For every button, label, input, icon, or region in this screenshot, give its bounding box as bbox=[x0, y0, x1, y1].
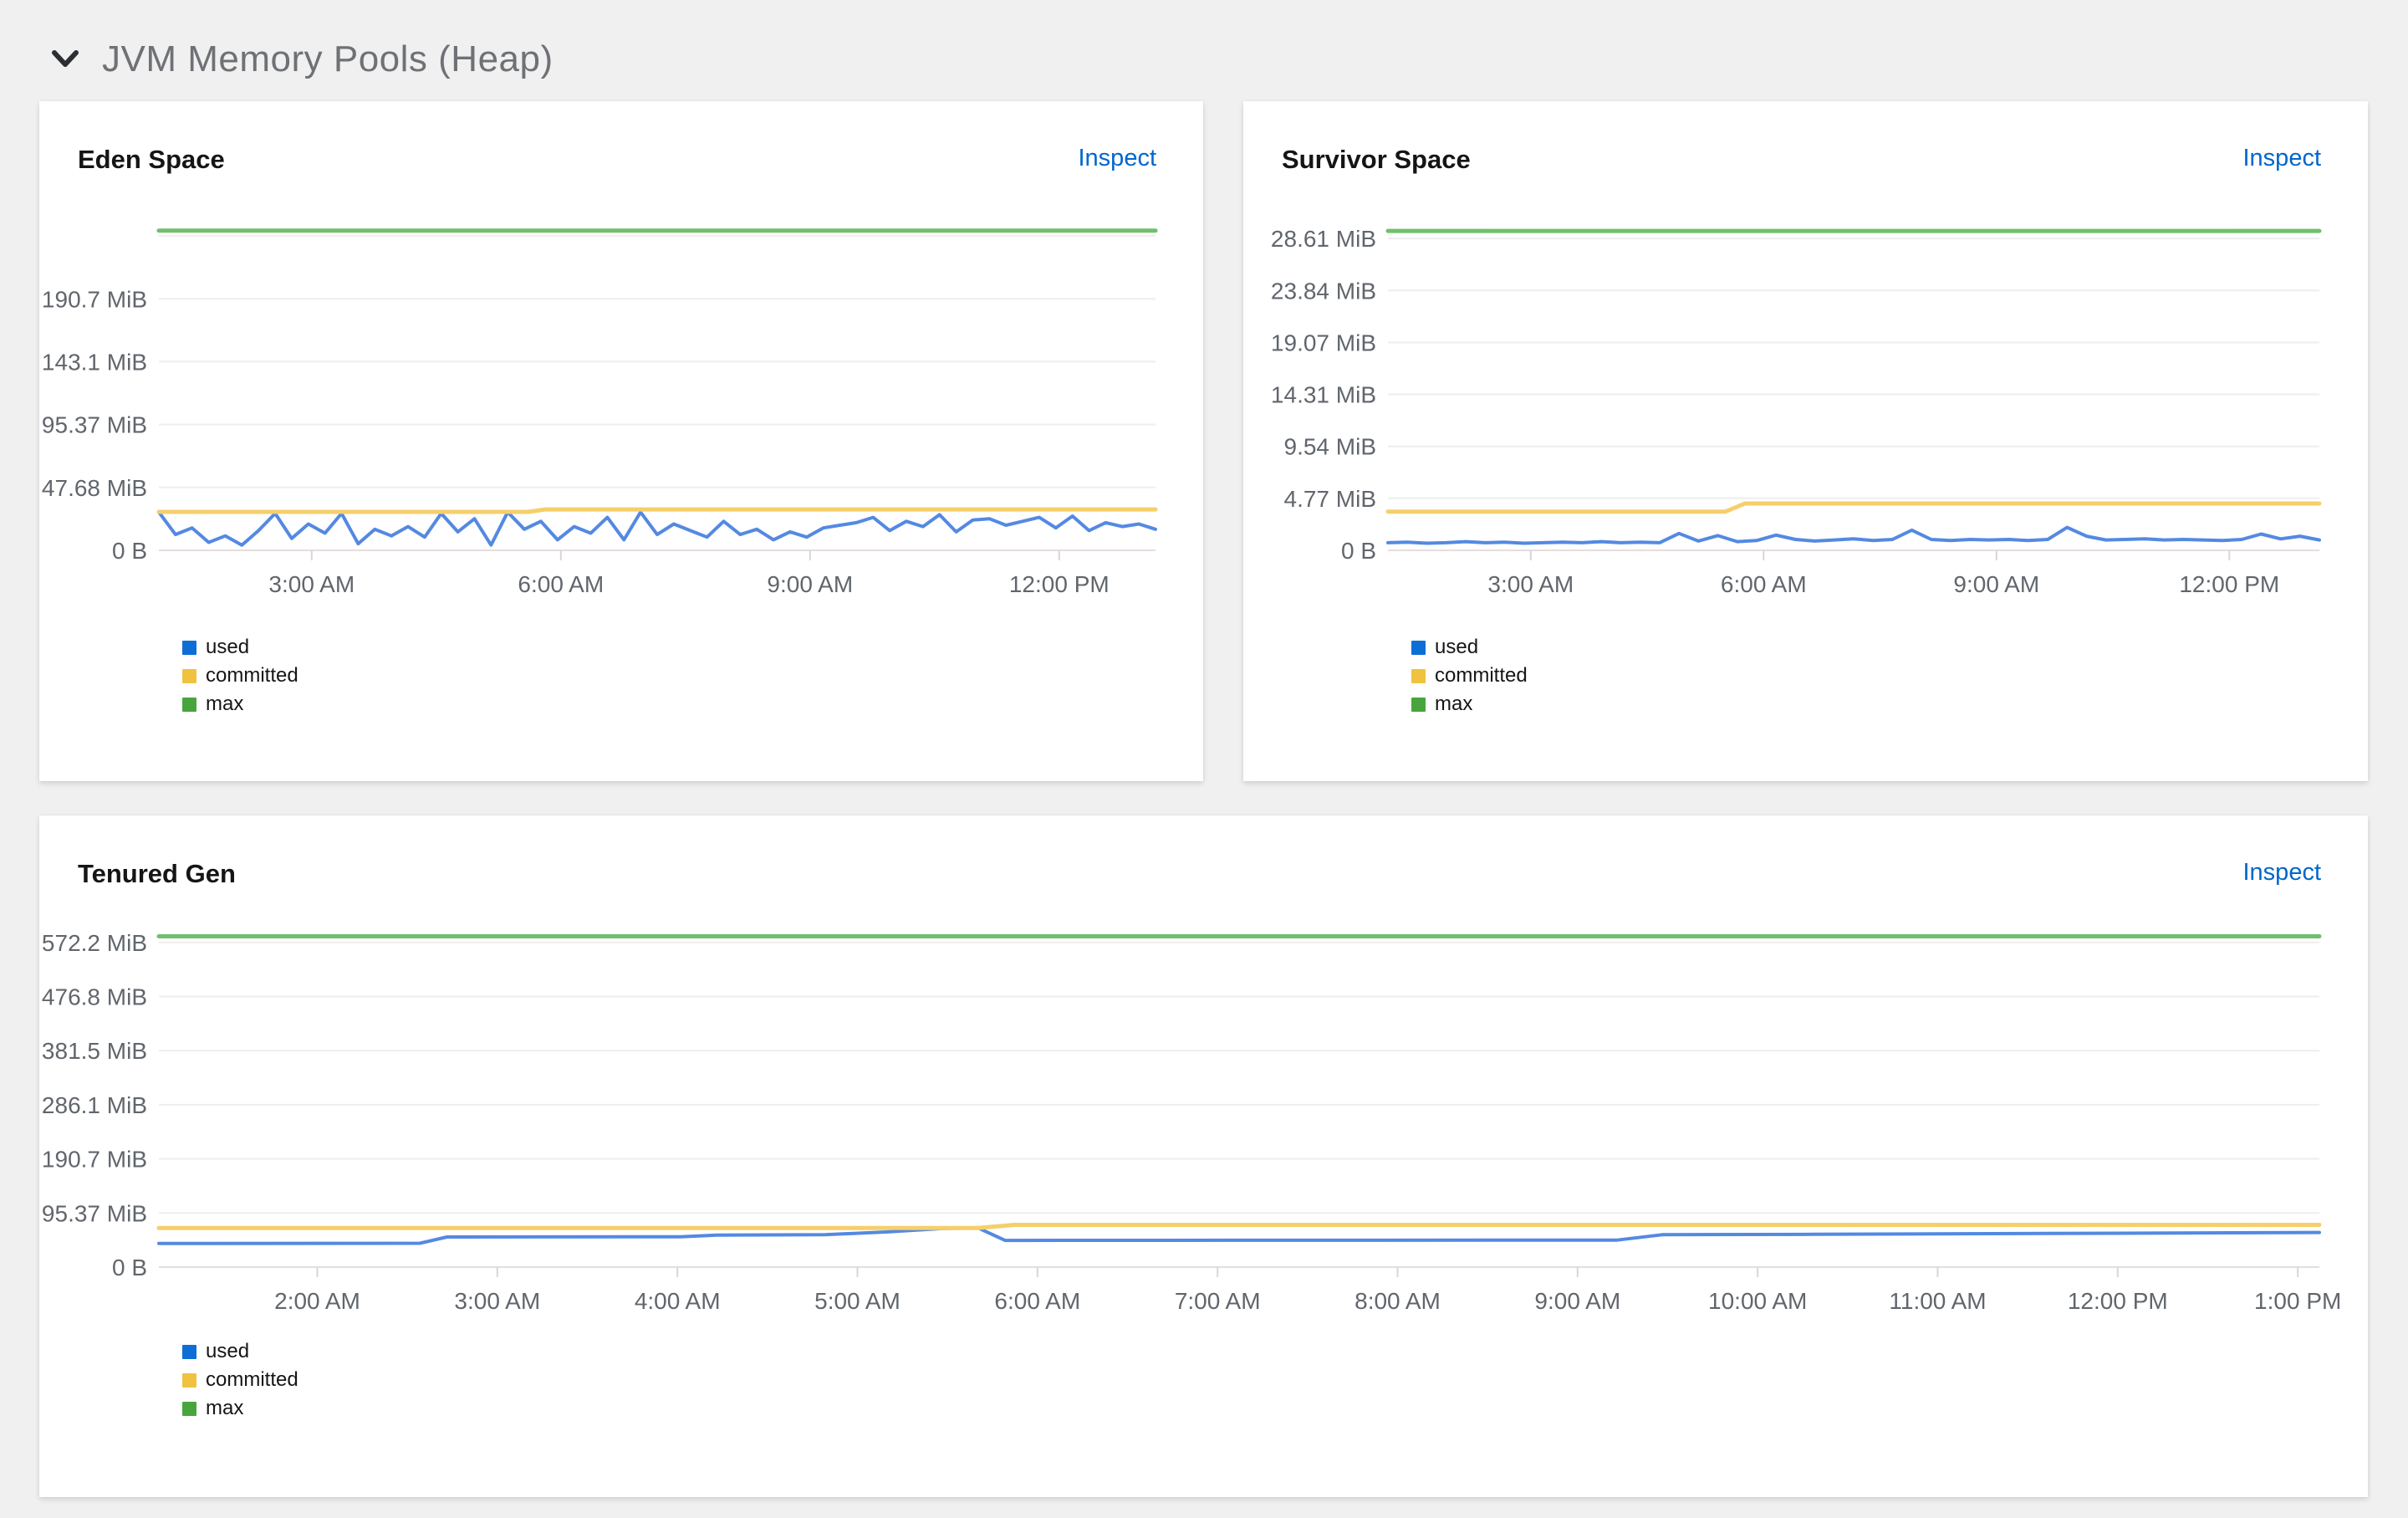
legend-swatch-committed bbox=[182, 1372, 196, 1388]
svg-text:572.2 MiB: 572.2 MiB bbox=[42, 930, 147, 956]
legend-item-used[interactable]: used bbox=[182, 1337, 298, 1366]
svg-text:3:00 AM: 3:00 AM bbox=[1487, 571, 1574, 597]
svg-text:6:00 AM: 6:00 AM bbox=[518, 571, 604, 597]
chevron-down-icon[interactable] bbox=[50, 49, 80, 69]
panel-header: Survivor Space Inspect bbox=[1282, 145, 2321, 175]
eden-space-legend: used committed max bbox=[182, 633, 298, 718]
svg-text:4.77 MiB: 4.77 MiB bbox=[1284, 486, 1377, 512]
legend-item-used[interactable]: used bbox=[1411, 633, 1528, 662]
svg-text:8:00 AM: 8:00 AM bbox=[1354, 1288, 1441, 1314]
legend-label-committed: committed bbox=[1435, 664, 1528, 687]
legend-swatch-used bbox=[1411, 640, 1426, 655]
legend-swatch-max bbox=[182, 1401, 196, 1416]
legend-item-max[interactable]: max bbox=[1411, 690, 1528, 718]
section-toggle[interactable]: JVM Memory Pools (Heap) bbox=[50, 38, 554, 80]
legend-label-max: max bbox=[1435, 693, 1473, 715]
svg-text:10:00 AM: 10:00 AM bbox=[1708, 1288, 1807, 1314]
tenured-gen-legend: used committed max bbox=[182, 1337, 298, 1423]
svg-text:4:00 AM: 4:00 AM bbox=[635, 1288, 721, 1314]
inspect-link[interactable]: Inspect bbox=[2243, 145, 2322, 172]
svg-text:14.31 MiB: 14.31 MiB bbox=[1271, 382, 1376, 408]
svg-text:381.5 MiB: 381.5 MiB bbox=[42, 1038, 147, 1064]
legend-swatch-committed bbox=[1411, 668, 1426, 683]
inspect-link[interactable]: Inspect bbox=[2243, 859, 2322, 887]
svg-text:0 B: 0 B bbox=[112, 1255, 147, 1280]
legend-item-max[interactable]: max bbox=[182, 1394, 298, 1423]
svg-text:28.61 MiB: 28.61 MiB bbox=[1271, 226, 1376, 252]
svg-text:11:00 AM: 11:00 AM bbox=[1889, 1288, 1986, 1314]
svg-text:143.1 MiB: 143.1 MiB bbox=[42, 349, 147, 375]
tenured-gen-chart[interactable]: 0 B 95.37 MiB 190.7 MiB 286.1 MiB 381.5 MiB 4… bbox=[39, 815, 2368, 1497]
svg-text:190.7 MiB: 190.7 MiB bbox=[42, 286, 147, 312]
svg-text:5:00 AM: 5:00 AM bbox=[814, 1288, 900, 1314]
svg-text:3:00 AM: 3:00 AM bbox=[268, 571, 355, 597]
legend-swatch-used bbox=[182, 1344, 196, 1359]
legend-swatch-used bbox=[182, 640, 196, 655]
svg-text:9:00 AM: 9:00 AM bbox=[1534, 1288, 1620, 1314]
legend-label-used: used bbox=[1435, 636, 1479, 658]
svg-text:95.37 MiB: 95.37 MiB bbox=[42, 412, 147, 438]
svg-text:1:00 PM: 1:00 PM bbox=[2254, 1288, 2341, 1314]
legend-label-committed: committed bbox=[206, 1368, 298, 1391]
legend-item-used[interactable]: used bbox=[182, 633, 298, 662]
svg-text:12:00 PM: 12:00 PM bbox=[1009, 571, 1110, 597]
svg-text:3:00 AM: 3:00 AM bbox=[454, 1288, 540, 1314]
svg-text:6:00 AM: 6:00 AM bbox=[1721, 571, 1807, 597]
svg-text:47.68 MiB: 47.68 MiB bbox=[42, 475, 147, 501]
panel-eden-space: Eden Space Inspect 0 B 47.68 MiB 95.37 MiB… bbox=[39, 101, 1203, 781]
legend-label-used: used bbox=[206, 1340, 250, 1362]
svg-text:6:00 AM: 6:00 AM bbox=[994, 1288, 1080, 1314]
legend-item-committed[interactable]: committed bbox=[182, 662, 298, 690]
legend-item-committed[interactable]: committed bbox=[182, 1366, 298, 1394]
svg-text:9.54 MiB: 9.54 MiB bbox=[1284, 434, 1377, 460]
svg-text:476.8 MiB: 476.8 MiB bbox=[42, 984, 147, 1010]
legend-swatch-max bbox=[182, 697, 196, 712]
inspect-link[interactable]: Inspect bbox=[1079, 145, 1157, 172]
panel-title: Tenured Gen bbox=[78, 859, 236, 888]
section-title: JVM Memory Pools (Heap) bbox=[102, 38, 554, 79]
survivor-space-legend: used committed max bbox=[1411, 633, 1528, 718]
legend-swatch-max bbox=[1411, 697, 1426, 712]
legend-item-committed[interactable]: committed bbox=[1411, 662, 1528, 690]
svg-text:9:00 AM: 9:00 AM bbox=[767, 571, 853, 597]
svg-text:0 B: 0 B bbox=[112, 538, 147, 564]
legend-swatch-committed bbox=[182, 668, 196, 683]
svg-text:7:00 AM: 7:00 AM bbox=[1175, 1288, 1261, 1314]
legend-label-max: max bbox=[206, 693, 244, 715]
svg-text:0 B: 0 B bbox=[1341, 538, 1376, 564]
svg-text:190.7 MiB: 190.7 MiB bbox=[42, 1147, 147, 1173]
legend-label-committed: committed bbox=[206, 664, 298, 687]
svg-text:286.1 MiB: 286.1 MiB bbox=[42, 1092, 147, 1118]
svg-text:12:00 PM: 12:00 PM bbox=[2068, 1288, 2168, 1314]
panel-title: Eden Space bbox=[78, 145, 225, 174]
svg-text:95.37 MiB: 95.37 MiB bbox=[42, 1200, 147, 1226]
svg-text:19.07 MiB: 19.07 MiB bbox=[1271, 330, 1376, 356]
panel-title: Survivor Space bbox=[1282, 145, 1471, 174]
legend-label-used: used bbox=[206, 636, 250, 658]
legend-item-max[interactable]: max bbox=[182, 690, 298, 718]
svg-text:12:00 PM: 12:00 PM bbox=[2179, 571, 2279, 597]
panel-header: Eden Space Inspect bbox=[78, 145, 1156, 175]
panel-survivor-space: Survivor Space Inspect 0 B 4.77 MiB 9.54 M… bbox=[1243, 101, 2368, 781]
svg-text:23.84 MiB: 23.84 MiB bbox=[1271, 278, 1376, 304]
svg-text:2:00 AM: 2:00 AM bbox=[274, 1288, 360, 1314]
legend-label-max: max bbox=[206, 1397, 244, 1419]
panel-header: Tenured Gen Inspect bbox=[78, 859, 2321, 889]
panel-tenured-gen: Tenured Gen Inspect 0 B 95.37 MiB 190.7 Mi… bbox=[39, 815, 2368, 1497]
svg-text:9:00 AM: 9:00 AM bbox=[1953, 571, 2039, 597]
